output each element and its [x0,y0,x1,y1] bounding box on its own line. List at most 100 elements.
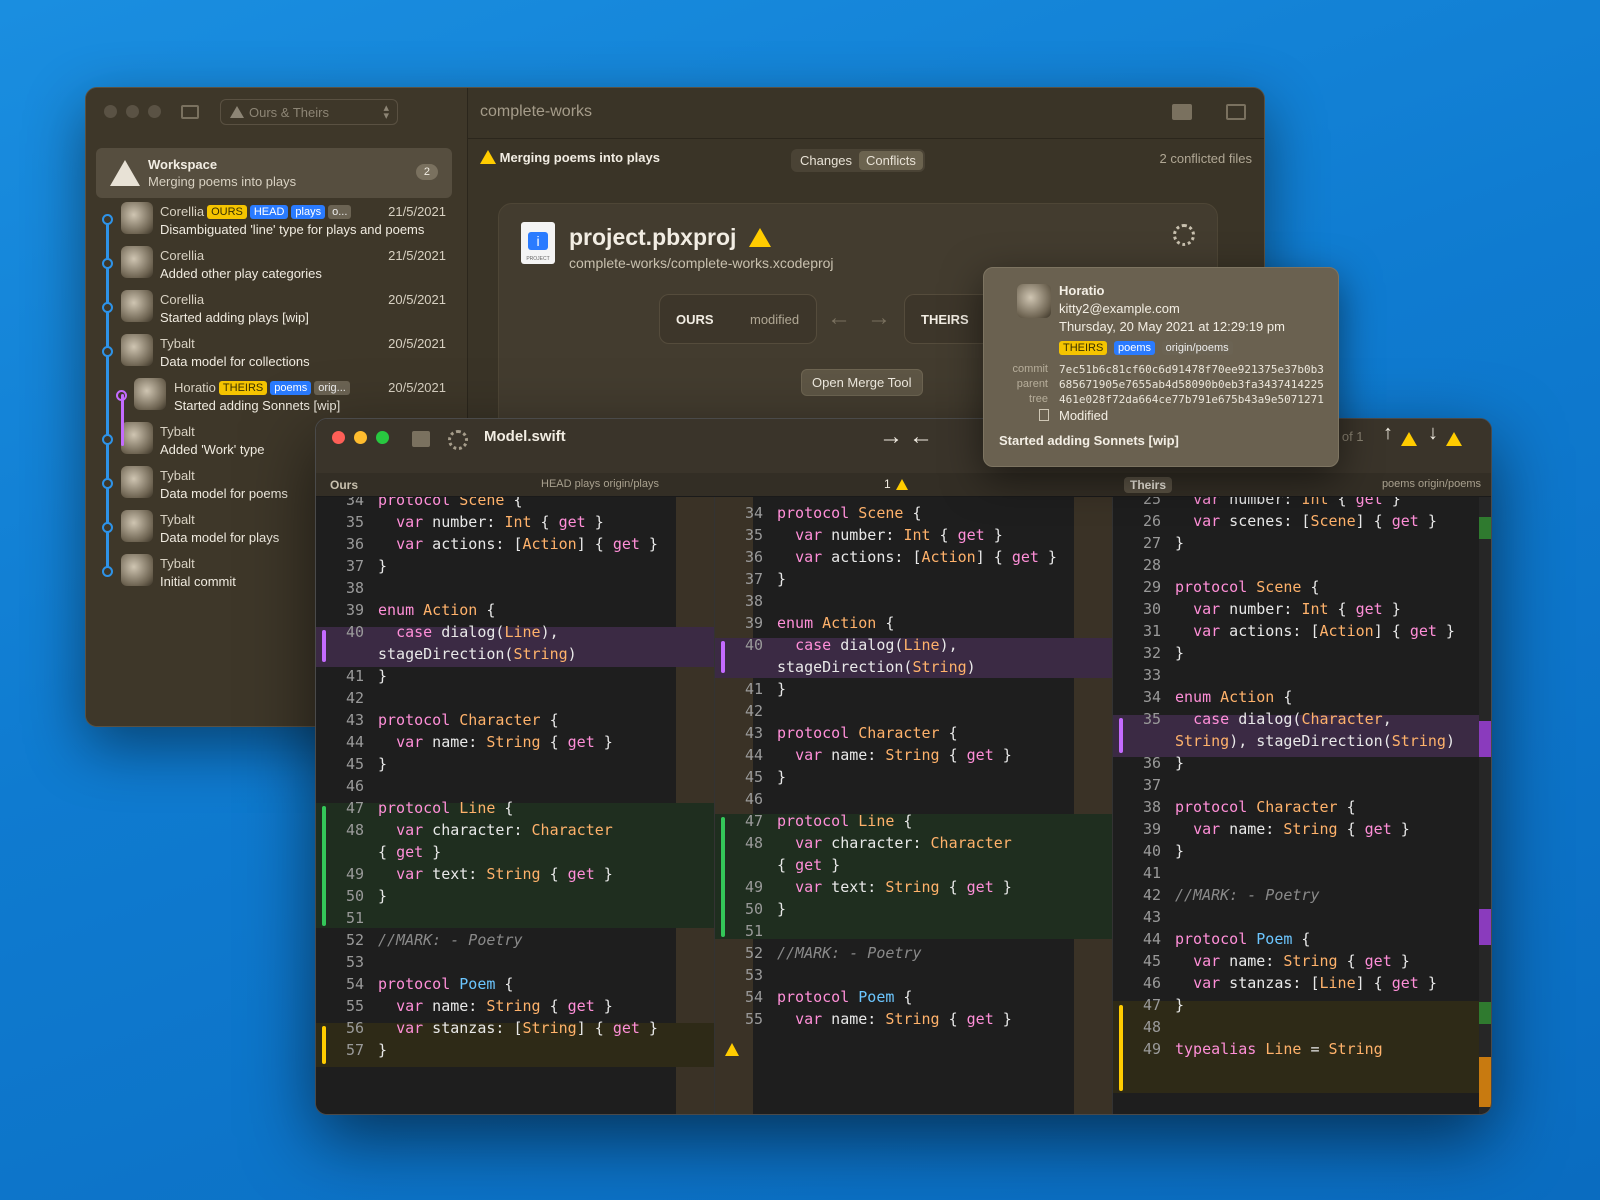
commit-date: 20/5/2021 [388,292,446,307]
line-number: 39 [1142,820,1161,838]
archive-icon[interactable] [412,431,430,447]
file-path: complete-works/complete-works.xcodeproj [569,255,834,271]
window-controls[interactable] [104,105,161,118]
code-text: var number: Int { get } [795,526,1003,544]
document-icon [1039,409,1049,421]
zoom-button[interactable] [148,105,161,118]
tree-hash-label: tree [1029,393,1048,405]
line-number: 33 [1142,666,1161,684]
line-number: 44 [345,733,364,751]
next-conflict-arrow-icon[interactable]: ↓ [1428,422,1438,445]
line-number: 37 [744,570,763,588]
code-text: var number: Int { get } [1193,600,1401,618]
inspector-toggle-icon[interactable] [1226,104,1246,120]
commit-row[interactable]: Corellia Added other play categories 21/5/… [86,242,468,286]
line-number: 46 [1142,974,1161,992]
result-code-pane[interactable]: 34 protocol Scene {35 var number: Int { g… [714,497,1112,1114]
code-text: var character: Character [396,821,613,839]
avatar [121,554,153,586]
code-text: } [1175,842,1185,860]
commit-row[interactable]: Horatio THEIRS poems orig... Started adding … [86,374,468,418]
code-line: 55 var name: String { get } [316,995,613,1017]
commit-row[interactable]: Corellia OURS HEAD plays o... Disambiguated '… [86,198,468,242]
code-text: var text: String { get } [396,865,613,883]
window-controls[interactable] [332,431,389,444]
gear-icon[interactable] [448,430,468,450]
ours-code-pane[interactable]: 34 protocol Scene {35 var number: Int { g… [316,497,714,1114]
code-line: 46 [316,775,378,797]
arrow-left-icon[interactable]: ← [827,304,851,332]
commit-message: Started adding Sonnets [wip] [174,398,341,413]
warning-icon [896,479,908,490]
gear-icon[interactable] [1173,224,1195,246]
code-text: } [378,1041,388,1059]
warning-icon [1401,432,1417,446]
commit-author: Corellia [160,248,205,263]
code-line: 40} [1113,840,1184,862]
code-line: 26 var scenes: [Scene] { get } [1113,510,1437,532]
close-button[interactable] [104,105,117,118]
minimap-scrollbar[interactable] [1479,497,1491,1114]
commit-graph-node [102,478,113,489]
warning-icon [748,228,771,247]
code-text: //MARK: - Poetry [378,931,523,949]
line-number: 40 [1142,842,1161,860]
commit-row[interactable]: Corellia Started adding plays [wip] 20/5/2… [86,286,468,330]
line-number: 42 [744,702,763,720]
line-number: 41 [744,680,763,698]
line-number: 53 [345,953,364,971]
workspace-item[interactable]: Workspace Merging poems into plays 2 [96,148,452,198]
line-number: 48 [744,834,763,852]
arrow-right-icon[interactable]: → [867,304,891,332]
theirs-code-pane[interactable]: 25 var number: Int { get } 26 var scenes:… [1112,497,1491,1114]
line-number: 27 [1142,534,1161,552]
line-number: 43 [744,724,763,742]
code-line: 56 var stanzas: [String] { get } [316,1017,658,1039]
view-tabs: Changes Conflicts [791,149,925,172]
zoom-button[interactable] [376,431,389,444]
commit-author: Tybalt [160,512,195,527]
conflict-marker-count: 1 [884,477,891,491]
take-ours-arrow-icon[interactable]: ← [909,423,933,451]
line-number: 41 [345,667,364,685]
code-text: protocol Character { [777,724,958,742]
merge-tool-window: Model.swift → ← 1 of 1 ↑ ↓ Ours HEAD pla… [315,418,1492,1115]
warning-icon [1446,432,1462,446]
code-text: protocol Poem { [777,988,913,1006]
minimize-button[interactable] [354,431,367,444]
commit-message: Data model for plays [160,530,280,545]
code-line: 50} [316,885,387,907]
avatar [121,246,153,278]
warning-icon [230,106,244,118]
tab-conflicts[interactable]: Conflicts [859,151,923,170]
sidebar-toggle-icon[interactable] [181,105,199,119]
take-theirs-arrow-icon[interactable]: → [879,423,903,451]
code-line: 51 [715,920,777,942]
open-merge-tool-button[interactable]: Open Merge Tool [801,369,923,396]
line-number: 47 [1142,996,1161,1014]
line-number: 34 [744,504,763,522]
commit-row[interactable]: Tybalt Data model for collections 20/5/202… [86,330,468,374]
unresolved-conflict-icon[interactable] [725,1043,739,1056]
code-text: //MARK: - Poetry [777,944,922,962]
commit-author: Tybalt [160,556,195,571]
code-line: 47 protocol Line { [715,810,913,832]
split-view-icon[interactable] [1172,104,1192,120]
line-number: 35 [1142,710,1161,728]
line-number: 39 [345,601,364,619]
tab-changes[interactable]: Changes [793,151,859,170]
code-line: 57} [316,1039,387,1061]
code-text: } [378,887,388,905]
code-line: 39 enum Action { [715,612,894,634]
previous-conflict-arrow-icon[interactable]: ↑ [1383,422,1393,445]
code-line: { get } [316,841,441,863]
branch-selector[interactable]: Ours & Theirs ▴ ▾ [220,99,398,125]
code-text: var stanzas: [String] { get } [396,1019,658,1037]
line-number: 47 [744,812,763,830]
line-number: 35 [744,526,763,544]
close-button[interactable] [332,431,345,444]
code-line: 41 [1113,862,1175,884]
line-number: 57 [345,1041,364,1059]
ours-side-pill[interactable]: OURS modified [659,294,817,344]
minimize-button[interactable] [126,105,139,118]
